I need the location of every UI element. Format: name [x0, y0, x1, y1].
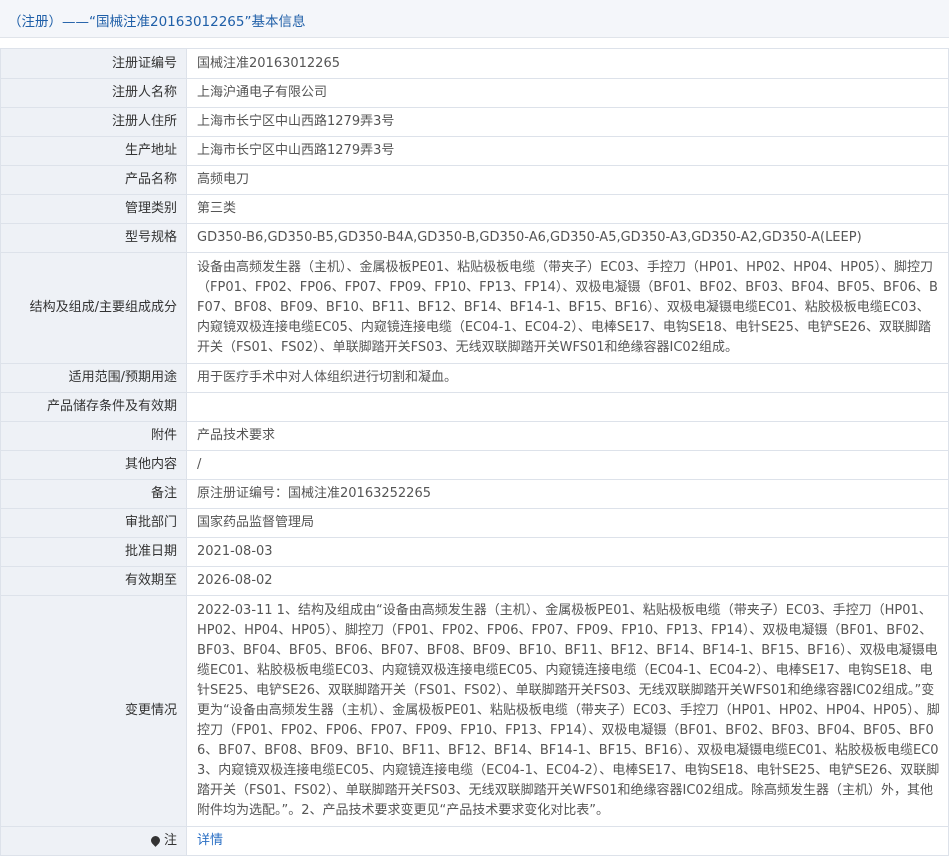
field-label: 变更情况 [0, 595, 187, 827]
field-value: 上海市长宁区中山西路1279弄3号 [186, 107, 949, 137]
table-row: 产品名称 高频电刀 [0, 165, 949, 195]
table-row: 管理类别 第三类 [0, 194, 949, 224]
note-label: 注 [163, 833, 177, 848]
field-label: 批准日期 [0, 537, 187, 567]
field-value: 2026-08-02 [186, 566, 949, 596]
note-value-cell: 详情 [186, 826, 949, 856]
table-row: 审批部门 国家药品监督管理局 [0, 508, 949, 538]
field-label: 审批部门 [0, 508, 187, 538]
field-label: 管理类别 [0, 194, 187, 224]
field-label: 附件 [0, 421, 187, 451]
field-value [186, 392, 949, 422]
table-row: 注册人住所 上海市长宁区中山西路1279弄3号 [0, 107, 949, 137]
field-value: 上海市长宁区中山西路1279弄3号 [186, 136, 949, 166]
field-value: / [186, 450, 949, 480]
table-row: 备注 原注册证编号：国械注准20163252265 [0, 479, 949, 509]
details-link[interactable]: 详情 [197, 833, 223, 848]
field-value: 设备由高频发生器（主机）、金属极板PE01、粘贴极板电缆（带夹子）EC03、手控… [186, 252, 949, 364]
field-value: 用于医疗手术中对人体组织进行切割和凝血。 [186, 363, 949, 393]
field-label: 生产地址 [0, 136, 187, 166]
table-row: 产品储存条件及有效期 [0, 392, 949, 422]
table-row: 其他内容 / [0, 450, 949, 480]
pin-icon [149, 834, 162, 847]
field-value: 第三类 [186, 194, 949, 224]
field-label: 产品储存条件及有效期 [0, 392, 187, 422]
field-label: 结构及组成/主要组成成分 [0, 252, 187, 364]
table-row: 生产地址 上海市长宁区中山西路1279弄3号 [0, 136, 949, 166]
field-value: 上海沪通电子有限公司 [186, 78, 949, 108]
page-title: （注册）——“国械注准20163012265”基本信息 [8, 14, 306, 30]
field-value: 国械注准20163012265 [186, 48, 949, 79]
table-row: 适用范围/预期用途 用于医疗手术中对人体组织进行切割和凝血。 [0, 363, 949, 393]
table-row: 型号规格 GD350-B6,GD350-B5,GD350-B4A,GD350-B… [0, 223, 949, 253]
field-label: 其他内容 [0, 450, 187, 480]
field-label: 适用范围/预期用途 [0, 363, 187, 393]
field-label: 注册证编号 [0, 48, 187, 79]
info-table: 注册证编号 国械注准20163012265 注册人名称 上海沪通电子有限公司 注… [0, 48, 949, 856]
field-value: GD350-B6,GD350-B5,GD350-B4A,GD350-B,GD35… [186, 223, 949, 253]
table-row: 有效期至 2026-08-02 [0, 566, 949, 596]
field-label: 有效期至 [0, 566, 187, 596]
table-row: 注册证编号 国械注准20163012265 [0, 48, 949, 79]
note-row: 注 详情 [0, 826, 949, 856]
field-value: 原注册证编号：国械注准20163252265 [186, 479, 949, 509]
table-row: 结构及组成/主要组成成分 设备由高频发生器（主机）、金属极板PE01、粘贴极板电… [0, 252, 949, 364]
page-header: （注册）——“国械注准20163012265”基本信息 [0, 0, 949, 38]
field-value: 产品技术要求 [186, 421, 949, 451]
field-label: 型号规格 [0, 223, 187, 253]
field-value: 高频电刀 [186, 165, 949, 195]
field-label: 注册人住所 [0, 107, 187, 137]
field-value: 2021-08-03 [186, 537, 949, 567]
table-row: 附件 产品技术要求 [0, 421, 949, 451]
field-label: 注册人名称 [0, 78, 187, 108]
field-value: 2022-03-11 1、结构及组成由“设备由高频发生器（主机）、金属极板PE0… [186, 595, 949, 827]
table-row: 变更情况 2022-03-11 1、结构及组成由“设备由高频发生器（主机）、金属… [0, 595, 949, 827]
field-value: 国家药品监督管理局 [186, 508, 949, 538]
note-label-cell: 注 [0, 826, 187, 856]
table-row: 注册人名称 上海沪通电子有限公司 [0, 78, 949, 108]
field-label: 产品名称 [0, 165, 187, 195]
table-row: 批准日期 2021-08-03 [0, 537, 949, 567]
field-label: 备注 [0, 479, 187, 509]
